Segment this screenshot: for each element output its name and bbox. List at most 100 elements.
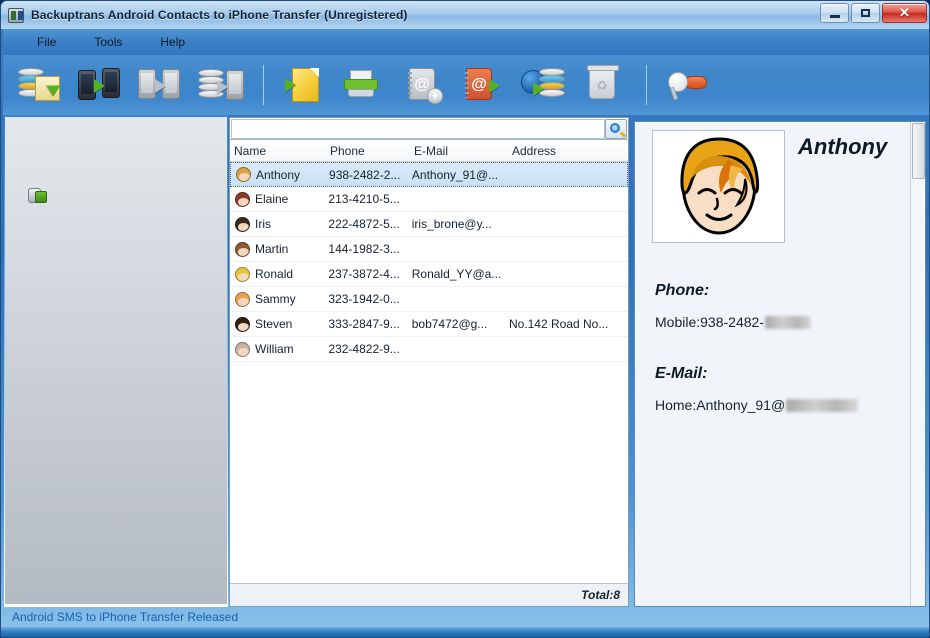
table-row[interactable]: Elaine 213-4210-5... [230, 187, 628, 212]
cell-contact-phone: 144-1982-3... [328, 242, 400, 256]
contact-avatar-icon [235, 191, 250, 207]
table-row[interactable]: Ronald 237-3872-4... Ronald_YY@a... [230, 262, 628, 287]
menu-bar: File Tools Help [3, 29, 929, 55]
table-row[interactable]: William 232-4822-9... [230, 337, 628, 362]
android-to-iphone-icon [78, 64, 124, 106]
total-count-label: Total:8 [581, 588, 620, 602]
detail-contact-name: Anthony [798, 134, 888, 159]
contact-avatar-icon [235, 241, 250, 257]
contact-list-header: Name Phone E-Mail Address [230, 140, 628, 162]
column-header-phone[interactable]: Phone [330, 144, 414, 158]
cell-contact-name: Elaine [255, 192, 289, 206]
contact-avatar-icon [235, 341, 250, 357]
cell-contact-name: William [255, 342, 294, 356]
close-icon: ✕ [899, 5, 910, 20]
close-button[interactable]: ✕ [882, 3, 927, 23]
trash-icon: ♻ [581, 64, 627, 106]
devices-tree: Devices Ted's iPhone 5 GALAXY S3 Local D… [4, 115, 228, 607]
cell-contact-name: Iris [255, 217, 271, 231]
contact-avatar-icon [235, 316, 250, 332]
cell-contact-address: No.142 Road No... [508, 317, 609, 331]
menu-item-tools[interactable]: Tools [84, 32, 132, 52]
cell-contact-email: bob7472@g... [411, 317, 488, 331]
key-icon [664, 64, 710, 106]
export-file-button[interactable] [276, 59, 332, 111]
contact-avatar-icon [236, 167, 251, 182]
menu-item-help[interactable]: Help [150, 32, 195, 52]
android-to-iphone-button[interactable] [73, 59, 129, 111]
window-bottom-edge [1, 627, 929, 637]
delete-button: ♻ [576, 59, 632, 111]
contact-add-icon: @ + [401, 64, 447, 106]
detail-email-text: Home:Anthony_91@ [655, 397, 786, 413]
globe-database-icon [521, 64, 567, 106]
contact-list-footer: Total:8 [230, 583, 628, 606]
export-file-icon [281, 64, 327, 106]
search-bar [230, 118, 628, 140]
cell-contact-name: Sammy [255, 292, 296, 306]
cell-contact-name: Martin [255, 242, 289, 256]
local-database-icon [28, 187, 47, 203]
sidebar-item-galaxy-s3[interactable]: GALAXY S3 [30, 163, 198, 182]
search-input[interactable] [231, 118, 605, 139]
backup-database-button[interactable] [13, 59, 69, 111]
contact-detail-panel: Anthony Phone: Mobile:938-2482- E-Mail: … [634, 121, 926, 607]
contact-export-icon: @ [461, 64, 507, 106]
table-row[interactable]: Iris 222-4872-5... iris_brone@y... [230, 212, 628, 237]
table-row[interactable]: Anthony 938-2482-2... Anthony_91@... [230, 162, 628, 187]
cell-contact-phone: 333-2847-9... [328, 317, 400, 331]
backup-to-database-button[interactable] [516, 59, 572, 111]
cell-contact-phone: 323-1942-0... [328, 292, 400, 306]
cell-contact-phone: 213-4210-5... [328, 192, 400, 206]
redaction-bar [764, 315, 811, 329]
add-contact-button: @ + [396, 59, 452, 111]
column-header-name[interactable]: Name [230, 144, 330, 158]
app-icon [8, 7, 24, 23]
database-to-iphone-button [193, 59, 249, 111]
iphone-to-iphone-icon [138, 64, 184, 106]
detail-phone-heading: Phone: [655, 282, 710, 299]
detail-scrollbar[interactable] [910, 122, 925, 606]
android-phone-icon [42, 164, 53, 181]
detail-phone-value: Mobile:938-2482- [655, 314, 811, 330]
anthony-avatar-icon [679, 136, 759, 235]
cell-contact-phone: 232-4822-9... [328, 342, 400, 356]
toolbar: @ + @ ♻ [3, 55, 929, 115]
contact-list-body: Anthony 938-2482-2... Anthony_91@... Elaine… [230, 162, 628, 585]
cell-contact-name: Anthony [256, 167, 301, 182]
menu-item-file[interactable]: File [27, 32, 66, 52]
contact-avatar-icon [235, 216, 250, 232]
print-button[interactable] [336, 59, 392, 111]
printer-icon [341, 64, 387, 106]
maximize-button[interactable] [851, 3, 880, 23]
export-contact-button[interactable]: @ [456, 59, 512, 111]
table-row[interactable]: Sammy 323-1942-0... [230, 287, 628, 312]
database-to-iphone-icon [198, 64, 244, 106]
toolbar-separator-2 [646, 65, 647, 105]
column-header-address[interactable]: Address [512, 144, 622, 158]
window-controls: ✕ [820, 3, 927, 23]
search-button[interactable] [605, 118, 627, 139]
window-title: Backuptrans Android Contacts to iPhone T… [31, 8, 408, 22]
application-window: Backuptrans Android Contacts to iPhone T… [0, 0, 930, 638]
contact-list-panel: Name Phone E-Mail Address Anthony 938-248… [229, 117, 629, 607]
cell-contact-phone: 222-4872-5... [328, 217, 400, 231]
detail-email-heading: E-Mail: [655, 365, 708, 382]
maximize-icon [861, 9, 870, 17]
status-bar: Android SMS to iPhone Transfer Released [4, 607, 928, 627]
column-header-email[interactable]: E-Mail [414, 144, 512, 158]
database-save-icon [18, 64, 64, 106]
cell-contact-phone: 938-2482-2... [329, 167, 401, 182]
avatar [652, 130, 785, 243]
detail-phone-text: Mobile:938-2482- [655, 314, 764, 330]
register-button[interactable] [659, 59, 715, 111]
table-row[interactable]: Martin 144-1982-3... [230, 237, 628, 262]
minimize-button[interactable] [820, 3, 849, 23]
contact-avatar-icon [235, 266, 250, 282]
title-bar: Backuptrans Android Contacts to iPhone T… [1, 1, 929, 29]
cell-contact-email: Ronald_YY@a... [411, 267, 502, 281]
cell-contact-name: Steven [255, 317, 293, 331]
table-row[interactable]: Steven 333-2847-9... bob7472@g... No.142 Ro… [230, 312, 628, 337]
iphone-to-iphone-button [133, 59, 189, 111]
scrollbar-thumb[interactable] [912, 123, 925, 179]
